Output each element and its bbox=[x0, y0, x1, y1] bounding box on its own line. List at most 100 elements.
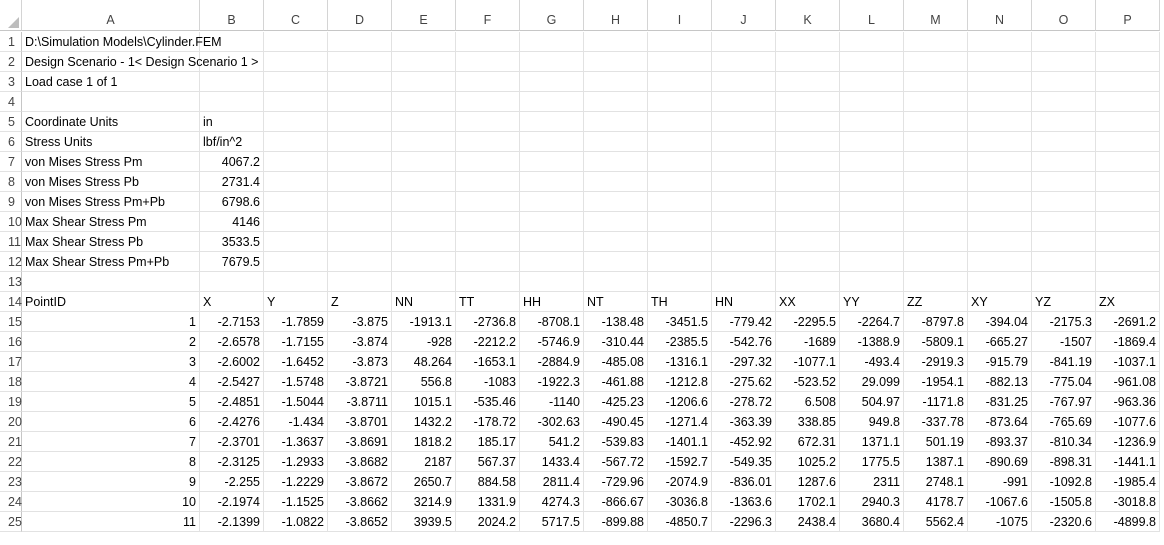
cell-f15[interactable]: -2736.8 bbox=[456, 312, 520, 332]
cell-b1[interactable] bbox=[200, 32, 264, 52]
cell-n18[interactable]: -882.13 bbox=[968, 372, 1032, 392]
cell-g15[interactable]: -8708.1 bbox=[520, 312, 584, 332]
cell-b6[interactable]: lbf/in^2 bbox=[200, 132, 264, 152]
cell-b9[interactable]: 6798.6 bbox=[200, 192, 264, 212]
cell-b20[interactable]: -2.4276 bbox=[200, 412, 264, 432]
cell-g24[interactable]: 4274.3 bbox=[520, 492, 584, 512]
cell-m7[interactable] bbox=[904, 152, 968, 172]
cell-k10[interactable] bbox=[776, 212, 840, 232]
cell-k6[interactable] bbox=[776, 132, 840, 152]
cell-g13[interactable] bbox=[520, 272, 584, 292]
cell-i18[interactable]: -1212.8 bbox=[648, 372, 712, 392]
cell-p1[interactable] bbox=[1096, 32, 1160, 52]
cell-g11[interactable] bbox=[520, 232, 584, 252]
row-header[interactable]: 21 bbox=[0, 432, 22, 452]
cell-p12[interactable] bbox=[1096, 252, 1160, 272]
cell-j4[interactable] bbox=[712, 92, 776, 112]
cell-n3[interactable] bbox=[968, 72, 1032, 92]
column-header-d[interactable]: D bbox=[328, 0, 392, 31]
cell-j7[interactable] bbox=[712, 152, 776, 172]
cell-c21[interactable]: -1.3637 bbox=[264, 432, 328, 452]
select-all-corner[interactable] bbox=[0, 0, 22, 31]
cell-e7[interactable] bbox=[392, 152, 456, 172]
spreadsheet-grid[interactable]: A B C D E F G H I J K L M N O P 1 D:\Simulation Models\Cy… bbox=[0, 0, 1164, 545]
cell-i23[interactable]: -2074.9 bbox=[648, 472, 712, 492]
cell-p22[interactable]: -1441.1 bbox=[1096, 452, 1160, 472]
cell-m5[interactable] bbox=[904, 112, 968, 132]
cell-e5[interactable] bbox=[392, 112, 456, 132]
cell-m20[interactable]: -337.78 bbox=[904, 412, 968, 432]
cell-i6[interactable] bbox=[648, 132, 712, 152]
row-header[interactable]: 20 bbox=[0, 412, 22, 432]
column-header-m[interactable]: M bbox=[904, 0, 968, 31]
cell-n4[interactable] bbox=[968, 92, 1032, 112]
cell-m14[interactable]: ZZ bbox=[904, 292, 968, 312]
cell-g22[interactable]: 1433.4 bbox=[520, 452, 584, 472]
cell-b2[interactable] bbox=[200, 52, 264, 72]
cell-b18[interactable]: -2.5427 bbox=[200, 372, 264, 392]
cell-p18[interactable]: -961.08 bbox=[1096, 372, 1160, 392]
cell-p16[interactable]: -1869.4 bbox=[1096, 332, 1160, 352]
cell-o22[interactable]: -898.31 bbox=[1032, 452, 1096, 472]
column-header-n[interactable]: N bbox=[968, 0, 1032, 31]
cell-a14[interactable]: PointID bbox=[22, 292, 200, 312]
cell-c10[interactable] bbox=[264, 212, 328, 232]
cell-i17[interactable]: -1316.1 bbox=[648, 352, 712, 372]
cell-e14[interactable]: NN bbox=[392, 292, 456, 312]
cell-b23[interactable]: -2.255 bbox=[200, 472, 264, 492]
row-header[interactable]: 15 bbox=[0, 312, 22, 332]
cell-m10[interactable] bbox=[904, 212, 968, 232]
cell-l22[interactable]: 1775.5 bbox=[840, 452, 904, 472]
cell-d19[interactable]: -3.8711 bbox=[328, 392, 392, 412]
cell-l8[interactable] bbox=[840, 172, 904, 192]
cell-p11[interactable] bbox=[1096, 232, 1160, 252]
cell-e15[interactable]: -1913.1 bbox=[392, 312, 456, 332]
cell-k15[interactable]: -2295.5 bbox=[776, 312, 840, 332]
cell-d24[interactable]: -3.8662 bbox=[328, 492, 392, 512]
cell-a11[interactable]: Max Shear Stress Pb bbox=[22, 232, 200, 252]
cell-c8[interactable] bbox=[264, 172, 328, 192]
cell-h4[interactable] bbox=[584, 92, 648, 112]
cell-f13[interactable] bbox=[456, 272, 520, 292]
cell-o21[interactable]: -810.34 bbox=[1032, 432, 1096, 452]
cell-e1[interactable] bbox=[392, 32, 456, 52]
cell-a21[interactable]: 7 bbox=[22, 432, 200, 452]
cell-l4[interactable] bbox=[840, 92, 904, 112]
cell-e2[interactable] bbox=[392, 52, 456, 72]
cell-c5[interactable] bbox=[264, 112, 328, 132]
cell-o1[interactable] bbox=[1032, 32, 1096, 52]
cell-d14[interactable]: Z bbox=[328, 292, 392, 312]
cell-e8[interactable] bbox=[392, 172, 456, 192]
cell-p19[interactable]: -963.36 bbox=[1096, 392, 1160, 412]
cell-n15[interactable]: -394.04 bbox=[968, 312, 1032, 332]
row-header[interactable]: 24 bbox=[0, 492, 22, 512]
cell-j15[interactable]: -779.42 bbox=[712, 312, 776, 332]
cell-f12[interactable] bbox=[456, 252, 520, 272]
cell-f1[interactable] bbox=[456, 32, 520, 52]
cell-j20[interactable]: -363.39 bbox=[712, 412, 776, 432]
cell-g17[interactable]: -2884.9 bbox=[520, 352, 584, 372]
row-header[interactable]: 16 bbox=[0, 332, 22, 352]
cell-e20[interactable]: 1432.2 bbox=[392, 412, 456, 432]
cell-c3[interactable] bbox=[264, 72, 328, 92]
cell-n24[interactable]: -1067.6 bbox=[968, 492, 1032, 512]
cell-f11[interactable] bbox=[456, 232, 520, 252]
cell-m11[interactable] bbox=[904, 232, 968, 252]
cell-f24[interactable]: 1331.9 bbox=[456, 492, 520, 512]
cell-j16[interactable]: -542.76 bbox=[712, 332, 776, 352]
cell-p15[interactable]: -2691.2 bbox=[1096, 312, 1160, 332]
cell-o4[interactable] bbox=[1032, 92, 1096, 112]
cell-o6[interactable] bbox=[1032, 132, 1096, 152]
cell-d15[interactable]: -3.875 bbox=[328, 312, 392, 332]
cell-m19[interactable]: -1171.8 bbox=[904, 392, 968, 412]
cell-e18[interactable]: 556.8 bbox=[392, 372, 456, 392]
cell-d8[interactable] bbox=[328, 172, 392, 192]
cell-i4[interactable] bbox=[648, 92, 712, 112]
cell-g1[interactable] bbox=[520, 32, 584, 52]
cell-m8[interactable] bbox=[904, 172, 968, 192]
cell-m15[interactable]: -8797.8 bbox=[904, 312, 968, 332]
cell-d23[interactable]: -3.8672 bbox=[328, 472, 392, 492]
cell-f6[interactable] bbox=[456, 132, 520, 152]
cell-i11[interactable] bbox=[648, 232, 712, 252]
row-header[interactable]: 5 bbox=[0, 112, 22, 132]
